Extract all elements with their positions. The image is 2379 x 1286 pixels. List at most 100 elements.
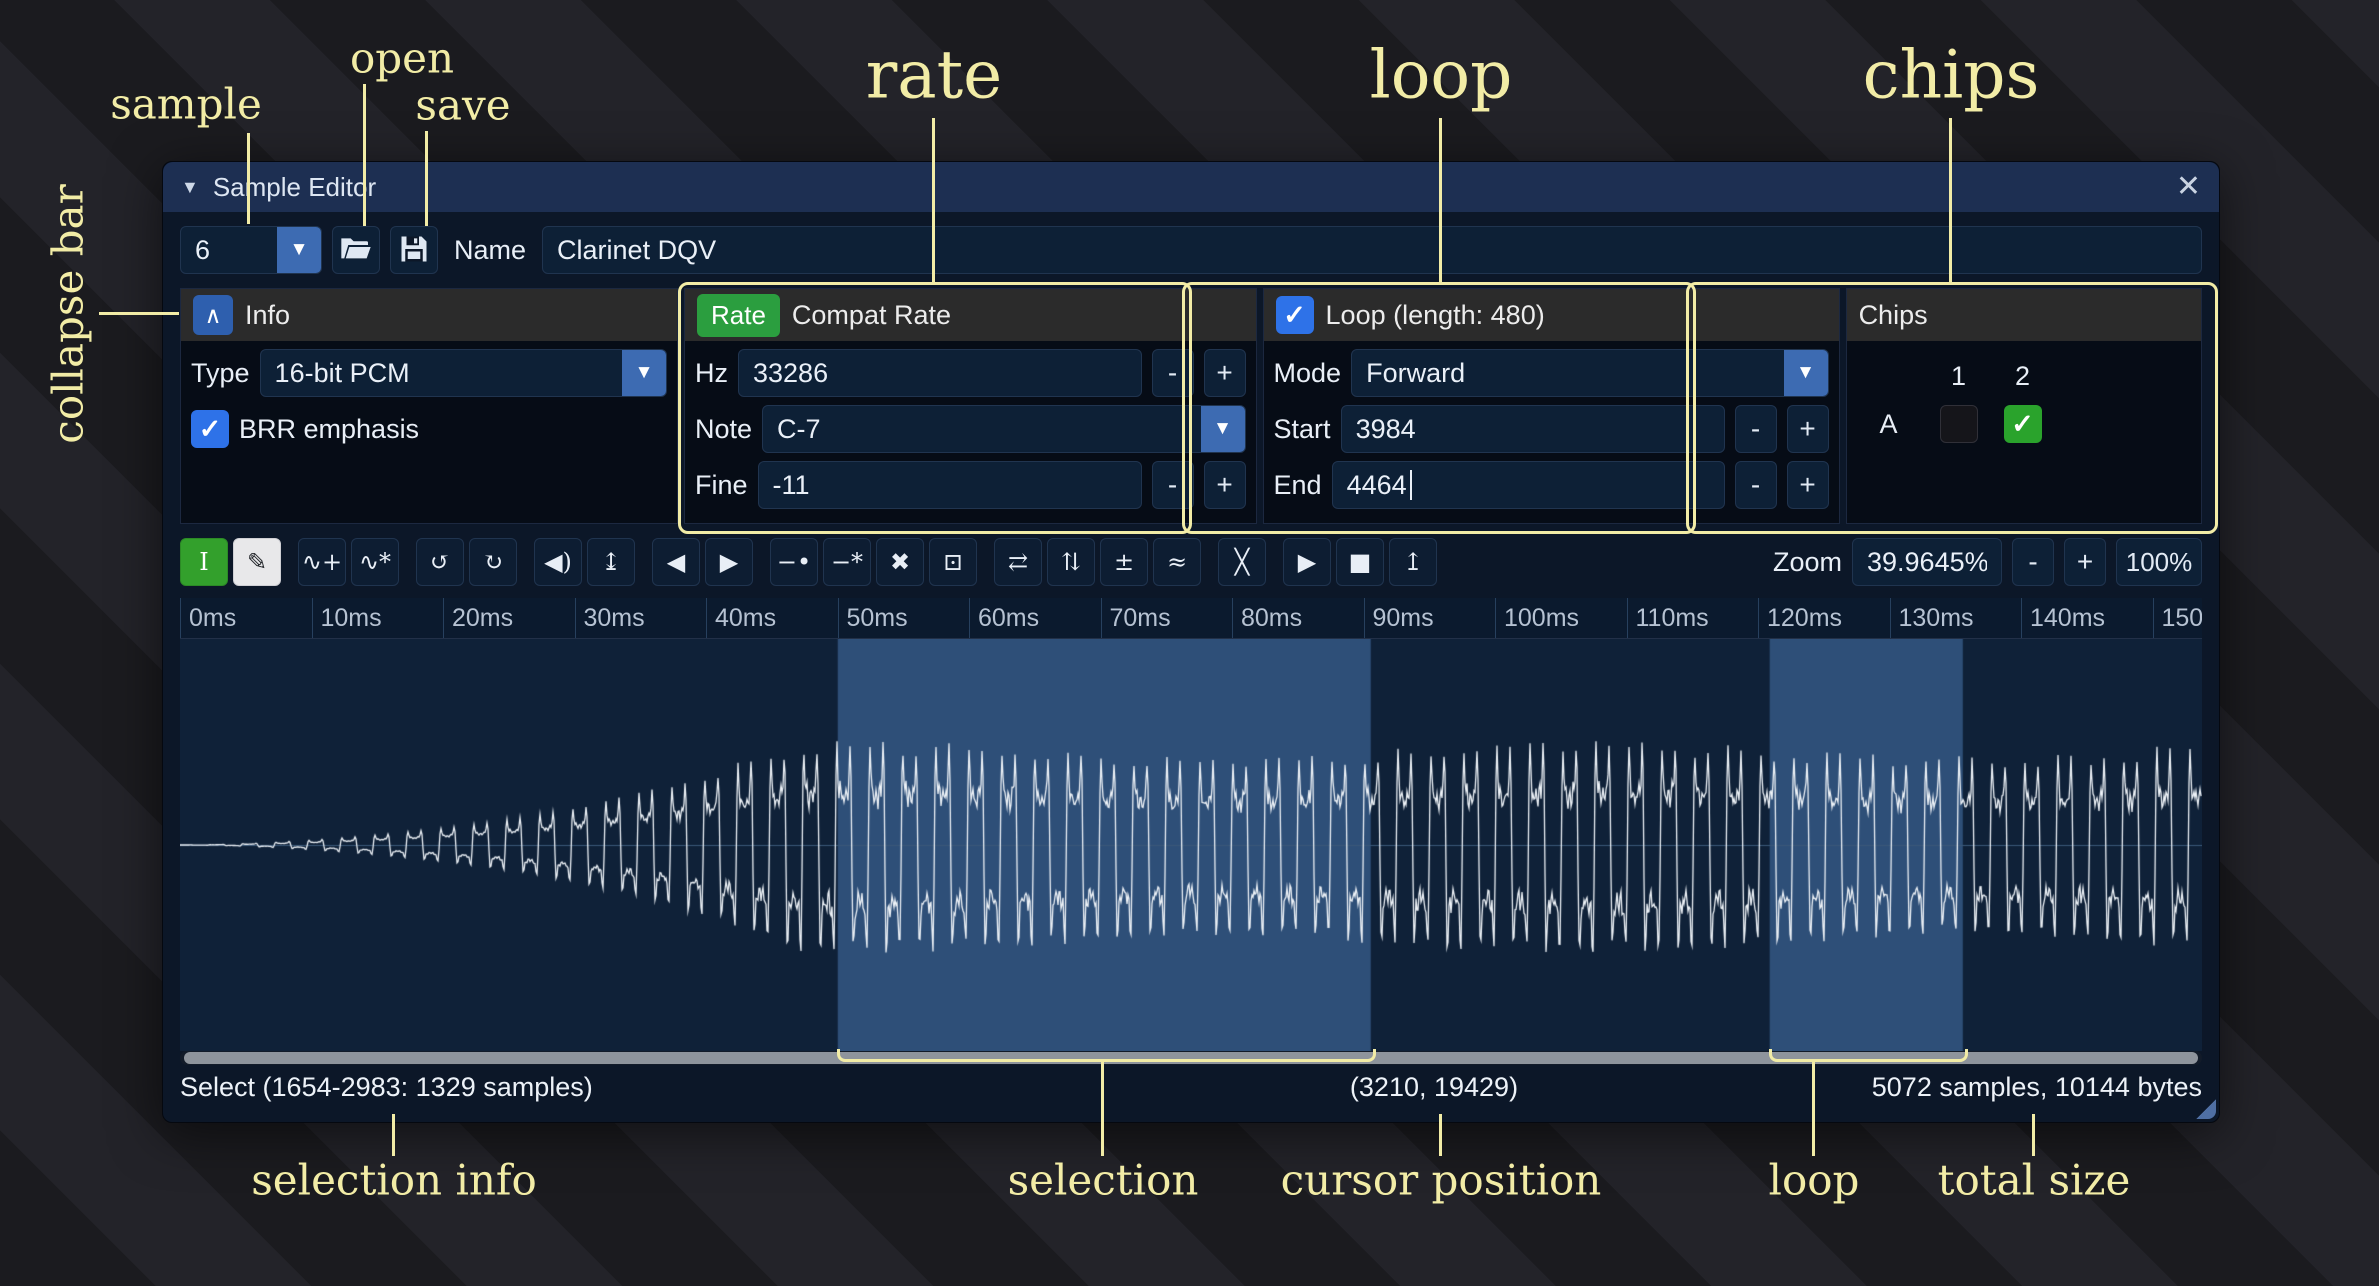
info-panel: ∧ Info Type 16-bit PCM ▼ [180, 288, 678, 524]
collapse-info-button[interactable]: ∧ [193, 295, 233, 335]
create-wavetable-icon: ↥ [1403, 550, 1423, 574]
resize-grip[interactable] [2194, 1097, 2216, 1119]
name-input[interactable] [542, 226, 2202, 274]
toolbar-resample-button[interactable]: ∿* [351, 538, 399, 586]
zoom-out-button[interactable]: - [2012, 538, 2054, 586]
loop-end-increment-button[interactable]: + [1787, 461, 1829, 509]
ruler-label: 40ms [706, 598, 776, 638]
draw-mode-icon: ✎ [247, 550, 267, 574]
chips-panel: Chips 1 2 A ✓ [1846, 288, 2202, 524]
note-select[interactable]: C-7 ▼ [762, 405, 1245, 453]
window-title: Sample Editor [213, 172, 376, 203]
resize-icon: ∿+ [302, 550, 342, 574]
toolbar-undo-button[interactable]: ↺ [416, 538, 464, 586]
loop-panel: ✓ Loop (length: 480) Mode Forward ▼ [1263, 288, 1840, 524]
toolbar-resize-button[interactable]: ∿+ [298, 538, 346, 586]
annotation-chips-line [1949, 118, 1952, 282]
toolbar-draw-mode-button[interactable]: ✎ [233, 538, 281, 586]
annotation-total-size-line [2032, 1114, 2035, 1156]
toolbar-delete-button[interactable]: ✖ [876, 538, 924, 586]
loop-mode-select[interactable]: Forward ▼ [1351, 349, 1828, 397]
chevron-down-icon[interactable]: ▼ [1201, 406, 1245, 452]
toolbar-trim-button[interactable]: ⊡ [929, 538, 977, 586]
mode-label: Mode [1274, 358, 1342, 389]
fine-increment-button[interactable]: + [1204, 461, 1246, 509]
hz-input[interactable] [738, 349, 1142, 397]
loop-start-increment-button[interactable]: + [1787, 405, 1829, 453]
toolbar-preview-button[interactable]: ▶ [1283, 538, 1331, 586]
hz-label: Hz [695, 358, 728, 389]
annotation-cursor-position-label: cursor position [1281, 1156, 1602, 1205]
toolbar-insert-silence-button[interactable]: −• [770, 538, 818, 586]
loop-end-input[interactable]: 4464 [1332, 461, 1725, 509]
waveform-view[interactable] [180, 639, 2202, 1051]
toolbar-fade-in-button[interactable]: ◀ [652, 538, 700, 586]
waveform-canvas[interactable] [180, 639, 2202, 1051]
toolbar-filter-button[interactable]: ≈ [1153, 538, 1201, 586]
hz-decrement-button[interactable]: - [1152, 349, 1194, 397]
ruler-label: 30ms [575, 598, 645, 638]
close-button[interactable]: ✕ [2176, 172, 2201, 202]
ruler-label: 0ms [180, 598, 236, 638]
hz-increment-button[interactable]: + [1204, 349, 1246, 397]
annotation-selection-line [1101, 1060, 1104, 1156]
time-ruler[interactable]: 0ms10ms20ms30ms40ms50ms60ms70ms80ms90ms1… [180, 598, 2202, 639]
loop-start-input[interactable] [1341, 405, 1725, 453]
sample-select[interactable]: 6 ▼ [180, 226, 322, 274]
brr-emphasis-checkbox[interactable]: ✓ [191, 410, 229, 448]
chip-a2-checkbox[interactable]: ✓ [2004, 405, 2042, 443]
zoom-label: Zoom [1773, 547, 1842, 578]
zoom-reset-button[interactable]: 100% [2116, 538, 2202, 586]
open-button[interactable] [332, 226, 380, 274]
chevron-down-icon[interactable]: ▼ [1784, 350, 1828, 396]
folder-open-icon [340, 233, 372, 268]
window-collapse-icon[interactable]: ▼ [181, 177, 199, 198]
save-button[interactable] [390, 226, 438, 274]
toolbar-apply-silence-button[interactable]: −* [823, 538, 871, 586]
annotation-open-label: open [350, 34, 454, 83]
toolbar-reverse-button[interactable]: ⇄ [994, 538, 1042, 586]
loop-title: Loop (length: 480) [1326, 300, 1545, 331]
titlebar[interactable]: ▼ Sample Editor ✕ [163, 162, 2219, 212]
ruler-label: 80ms [1232, 598, 1302, 638]
controls-row: 6 ▼ Name [180, 226, 2202, 274]
ruler-label: 130ms [1890, 598, 1974, 638]
rate-badge-button[interactable]: Rate [697, 294, 780, 337]
fine-input[interactable] [758, 461, 1142, 509]
toolbar-crossfade-loop-button[interactable]: ╳ [1218, 538, 1266, 586]
toolbar-buttons: I✎∿+∿*↺↻◀)↨◀▶−•−*✖⊡⇄⇅±≈╳▶■↥ [180, 538, 1454, 586]
loop-enable-checkbox[interactable]: ✓ [1276, 296, 1314, 334]
toolbar-redo-button[interactable]: ↻ [469, 538, 517, 586]
fine-decrement-button[interactable]: - [1152, 461, 1194, 509]
type-select[interactable]: 16-bit PCM ▼ [260, 349, 667, 397]
loop-start-decrement-button[interactable]: - [1735, 405, 1777, 453]
toolbar-normalize-button[interactable]: ↨ [587, 538, 635, 586]
text-caret [1410, 470, 1412, 500]
annotation-loop-marker-line [1812, 1062, 1815, 1156]
toolbar-create-wavetable-button[interactable]: ↥ [1389, 538, 1437, 586]
total-size-text: 5072 samples, 10144 bytes [1872, 1072, 2202, 1103]
selection-bracket [837, 1049, 1376, 1062]
toolbar-fade-out-button[interactable]: ▶ [705, 538, 753, 586]
toolbar-sign-button[interactable]: ± [1100, 538, 1148, 586]
delete-icon: ✖ [890, 550, 910, 574]
zoom-in-button[interactable]: + [2064, 538, 2106, 586]
trim-icon: ⊡ [943, 550, 963, 574]
loop-end-decrement-button[interactable]: - [1735, 461, 1777, 509]
chevron-down-icon[interactable]: ▼ [622, 350, 666, 396]
loop-bracket [1769, 1049, 1968, 1062]
chip-a1-checkbox[interactable] [1940, 405, 1978, 443]
toolbar-select-mode-button[interactable]: I [180, 538, 228, 586]
toolbar-stop-preview-button[interactable]: ■ [1336, 538, 1384, 586]
annotation-collapse-bar-label: collapse bar [44, 184, 93, 443]
info-body: Type 16-bit PCM ▼ ✓ BRR emphasis [181, 341, 677, 523]
loop-header: ✓ Loop (length: 480) [1264, 289, 1839, 341]
zoom-input[interactable] [1852, 538, 2002, 586]
crossfade-loop-icon: ╳ [1235, 550, 1249, 574]
chevron-down-icon[interactable]: ▼ [277, 227, 321, 273]
apply-silence-icon: −* [831, 550, 863, 574]
annotation-selection-info-label: selection info [251, 1156, 537, 1205]
toolbar-invert-button[interactable]: ⇅ [1047, 538, 1095, 586]
toolbar-amplify-button[interactable]: ◀) [534, 538, 582, 586]
check-icon: ✓ [2011, 409, 2034, 440]
